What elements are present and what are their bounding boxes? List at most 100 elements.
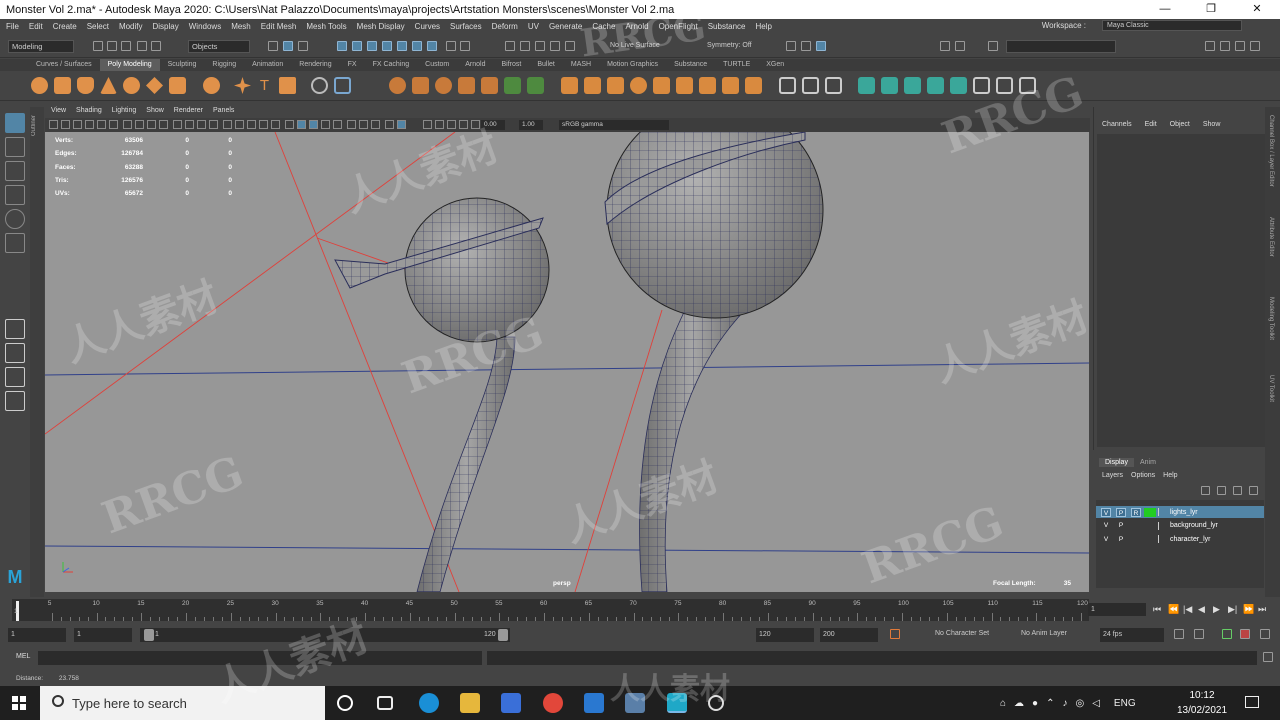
menu-surfaces[interactable]: Surfaces	[450, 22, 482, 31]
menu-generate[interactable]: Generate	[549, 22, 582, 31]
append-polygon-icon[interactable]	[584, 77, 601, 94]
command-language-label[interactable]: MEL	[16, 653, 30, 660]
shelf-tab-animation[interactable]: Animation	[244, 59, 291, 71]
menu-uv[interactable]: UV	[528, 22, 539, 31]
layer-visibility-toggle[interactable]: V	[1101, 507, 1111, 517]
menu-mesh[interactable]: Mesh	[231, 22, 251, 31]
perspective-viewport[interactable]: Verts: 63506 0 0 Edges: 126784 0 0 Faces: 63288 0 0…	[45, 132, 1089, 592]
playback-end-field[interactable]: 120	[756, 628, 814, 642]
menu-deform[interactable]: Deform	[492, 22, 518, 31]
edge-icon[interactable]	[419, 693, 439, 713]
menu-set-dropdown[interactable]: Modeling	[8, 40, 74, 53]
shelf-tab-rendering[interactable]: Rendering	[291, 59, 339, 71]
smooth-icon[interactable]	[435, 77, 452, 94]
layer-row-lights-lyr[interactable]: V P Rlights_lyr	[1096, 506, 1264, 518]
play-backwards-icon[interactable]: ◀	[1198, 604, 1205, 615]
scale-tool-icon[interactable]	[5, 233, 25, 253]
menu-help[interactable]: Help	[756, 22, 772, 31]
viewport-tool-icon[interactable]	[109, 120, 118, 129]
layer-playback-toggle[interactable]: P	[1116, 535, 1126, 544]
layer-display-type-toggle[interactable]: R	[1131, 507, 1141, 517]
layer-name[interactable]: background_lyr	[1170, 522, 1218, 529]
select-rendering-icon[interactable]	[427, 41, 437, 51]
poke-icon[interactable]	[699, 77, 716, 94]
tray-globe-icon[interactable]: ◎	[1075, 698, 1084, 709]
transfer-attributes-icon[interactable]	[996, 77, 1013, 94]
exposure-field[interactable]: 0.00	[481, 120, 505, 130]
viewport-tool-icon[interactable]	[159, 120, 168, 129]
viewport-tool-icon[interactable]	[447, 120, 456, 129]
combine-icon[interactable]	[389, 77, 406, 94]
select-curves-icon[interactable]	[367, 41, 377, 51]
viewport-menu-panels[interactable]: Panels	[213, 107, 234, 118]
layer-row-background-lyr[interactable]: V Pbackground_lyr	[1096, 520, 1264, 532]
new-layer-from-selection-icon[interactable]	[1249, 486, 1258, 495]
select-dynamics-icon[interactable]	[412, 41, 422, 51]
viewport-tool-icon[interactable]	[459, 120, 468, 129]
quad-draw-icon[interactable]	[825, 77, 842, 94]
key-icon[interactable]	[1194, 629, 1204, 639]
animation-end-field[interactable]: 200	[820, 628, 878, 642]
sew-uv-icon[interactable]	[1019, 77, 1036, 94]
offset-edge-loop-icon[interactable]	[802, 77, 819, 94]
cylindrical-uv-icon[interactable]	[881, 77, 898, 94]
outliner-side-tab[interactable]: Outliner	[30, 107, 44, 597]
command-input[interactable]	[38, 651, 482, 665]
shelf-tab-arnold[interactable]: Arnold	[457, 59, 493, 71]
layer-editor-tab-display[interactable]: Display	[1099, 458, 1134, 467]
viewport-menu-view[interactable]: View	[51, 107, 66, 118]
side-tab-modeling-toolkit[interactable]: Modeling Toolkit	[1268, 297, 1274, 340]
input-language[interactable]: ENG	[1114, 698, 1136, 709]
multi-cut-icon[interactable]	[334, 77, 351, 94]
snap-live-icon[interactable]	[565, 41, 575, 51]
viewport-tool-icon[interactable]	[197, 120, 206, 129]
live-surface-label[interactable]: No Live Surface	[610, 42, 660, 49]
bevel-icon[interactable]	[561, 77, 578, 94]
move-tool-icon[interactable]	[5, 185, 25, 205]
task-view-icon[interactable]	[377, 696, 393, 710]
viewport-menu-shading[interactable]: Shading	[76, 107, 102, 118]
calculator-icon[interactable]	[625, 693, 645, 713]
play-forwards-icon[interactable]: ▶	[1213, 604, 1220, 615]
viewport-tool-icon[interactable]	[97, 120, 106, 129]
svg-tool-icon[interactable]	[279, 77, 296, 94]
attribute-editor-toggle-icon[interactable]	[1220, 41, 1230, 51]
viewport-tool-icon[interactable]	[61, 120, 70, 129]
layer-color-swatch[interactable]	[1144, 507, 1156, 517]
tray-cloud-icon[interactable]: ☁	[1014, 698, 1024, 709]
step-back-key-icon[interactable]: ⏪	[1168, 604, 1179, 615]
modeling-toolkit-toggle-icon[interactable]	[1205, 41, 1215, 51]
side-tab-uv-toolkit[interactable]: UV Toolkit	[1268, 375, 1274, 402]
lock-selection-icon[interactable]	[446, 41, 456, 51]
new-scene-icon[interactable]	[93, 41, 103, 51]
layer-row-character-lyr[interactable]: V Pcharacter_lyr	[1096, 533, 1264, 545]
tray-speaker-icon[interactable]: ◁	[1092, 698, 1100, 709]
menu-openflight[interactable]: OpenFlight	[659, 22, 698, 31]
viewport-tool-icon[interactable]	[423, 120, 432, 129]
poly-sphere-icon[interactable]	[31, 77, 48, 94]
shelf-tab-bullet[interactable]: Bullet	[529, 59, 563, 71]
layer-editor-menu-options[interactable]: Options	[1131, 472, 1155, 479]
shelf-tab-mash[interactable]: MASH	[563, 59, 599, 71]
extrude-icon[interactable]	[504, 77, 521, 94]
animation-start-field[interactable]: 1	[8, 628, 66, 642]
time-slider-track[interactable]: 1 5 10 15 20 25 30 35 40 45 50 55 60 65 70 75 80 85 90 95 10…	[12, 599, 1089, 621]
layer-editor-menu-help[interactable]: Help	[1163, 472, 1177, 479]
obs-icon[interactable]	[708, 695, 724, 711]
shelf-tab-motion-graphics[interactable]: Motion Graphics	[599, 59, 666, 71]
selection-mask-dropdown[interactable]: Objects	[188, 40, 250, 53]
viewport-tool-icon[interactable]	[297, 120, 306, 129]
menu-curves[interactable]: Curves	[415, 22, 440, 31]
menu-arnold[interactable]: Arnold	[625, 22, 648, 31]
viewport-tool-icon[interactable]	[223, 120, 232, 129]
viewport-tool-icon[interactable]	[123, 120, 132, 129]
shelf-tab-xgen[interactable]: XGen	[758, 59, 792, 71]
viewport-tool-icon[interactable]	[49, 120, 58, 129]
select-joints-icon[interactable]	[352, 41, 362, 51]
shelf-tab-curves-surfaces[interactable]: Curves / Surfaces	[28, 59, 100, 71]
mirror-icon[interactable]	[481, 77, 498, 94]
viewport-tool-icon[interactable]	[333, 120, 342, 129]
tool-settings-toggle-icon[interactable]	[1235, 41, 1245, 51]
target-weld-icon[interactable]	[630, 77, 647, 94]
viewport-tool-icon[interactable]	[285, 120, 294, 129]
